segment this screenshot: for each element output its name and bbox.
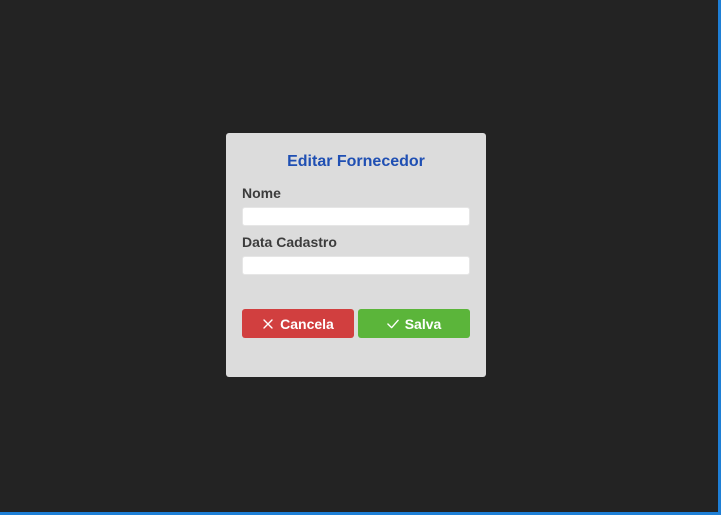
data-cadastro-input[interactable] bbox=[242, 256, 470, 275]
cancel-button-label: Cancela bbox=[280, 315, 334, 332]
dialog-title: Editar Fornecedor bbox=[287, 153, 425, 170]
nome-input[interactable] bbox=[242, 207, 470, 226]
data-cadastro-label: Data Cadastro bbox=[242, 234, 337, 250]
close-icon bbox=[262, 318, 274, 330]
edit-supplier-dialog: Editar Fornecedor Nome Data Cadastro Can… bbox=[226, 133, 486, 377]
save-button[interactable]: Salva bbox=[358, 309, 470, 338]
save-button-label: Salva bbox=[404, 315, 442, 332]
check-icon bbox=[386, 318, 399, 330]
cancel-button[interactable]: Cancela bbox=[242, 309, 354, 338]
nome-label: Nome bbox=[242, 185, 281, 201]
